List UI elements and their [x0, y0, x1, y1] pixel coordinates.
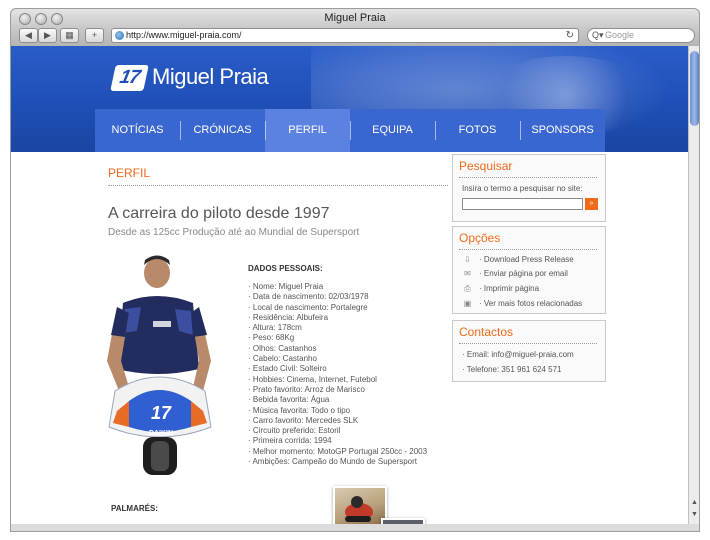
- title-bar: Miguel Praia: [10, 8, 700, 28]
- scrollbar-thumb[interactable]: [690, 51, 699, 126]
- plus-icon: +: [91, 30, 98, 40]
- arrow-right-icon: »: [589, 200, 594, 207]
- race-photo-thumbnail[interactable]: [333, 486, 387, 524]
- page-headline: A carreira do piloto desde 1997: [108, 205, 330, 222]
- page-subheadline: Desde as 125cc Produção até ao Mundial d…: [108, 227, 360, 238]
- option-label: · Enviar página por email: [479, 269, 568, 278]
- list-item: · Residência: Albufeira: [248, 312, 329, 322]
- scroll-up-arrow-icon[interactable]: ▲: [690, 498, 699, 507]
- globe-icon: [115, 31, 124, 40]
- forward-icon: ▶: [44, 30, 51, 40]
- list-item: · Prato favorito: Arroz de Marisco: [248, 384, 365, 394]
- contacts-box-divider: [459, 343, 597, 344]
- list-item: · Ambições: Campeão do Mundo de Superspo…: [248, 457, 417, 467]
- contact-phone: · Telefone: 351 961 624 571: [462, 365, 562, 374]
- nav-item-cronicas[interactable]: CRÓNICAS: [180, 109, 265, 152]
- vertical-scrollbar[interactable]: ▲ ▼: [688, 46, 700, 524]
- print-page-link[interactable]: ⎙ · Imprimir página: [462, 284, 539, 293]
- window-title: Miguel Praia: [324, 12, 386, 24]
- envelope-icon: ✉: [464, 269, 471, 278]
- personal-data-heading: DADOS PESSOAIS:: [248, 264, 323, 273]
- race-photo-image: [345, 496, 373, 522]
- list-item: · Hobbies: Cinema, Internet, Futebol: [248, 374, 377, 384]
- list-item: · Primeira corrida: 1994: [248, 436, 332, 446]
- section-divider: [108, 185, 448, 186]
- list-item: · Música favorita: Todo o tipo: [248, 405, 351, 415]
- search-box-divider: [459, 177, 597, 178]
- browser-search-field[interactable]: Q▾ Google: [587, 28, 695, 43]
- list-item: · Circuito preferido: Estoril: [248, 426, 341, 436]
- list-item: · Data de nascimento: 02/03/1978: [248, 292, 369, 302]
- palmares-heading: PALMARÉS:: [111, 504, 158, 513]
- status-bar: [10, 524, 700, 532]
- address-bar[interactable]: http://www.miguel-praia.com/ ↻: [111, 28, 579, 43]
- forward-button[interactable]: ▶: [38, 28, 57, 43]
- list-item: · Local de nascimento: Portalegre: [248, 302, 368, 312]
- grid-icon: ▦: [65, 30, 74, 40]
- list-item: · Peso: 68Kg: [248, 333, 295, 343]
- personal-data-list: · Nome: Miguel Praia · Data de nasciment…: [248, 282, 427, 467]
- options-box: Opções ⇩ · Download Press Release ✉ · En…: [452, 226, 606, 314]
- list-item: · Nome: Miguel Praia: [248, 282, 324, 291]
- nav-item-noticias[interactable]: NOTÍCIAS: [95, 109, 180, 152]
- options-box-title: Opções: [459, 231, 501, 245]
- contact-email-link[interactable]: · Email: info@miguel-praia.com: [462, 350, 574, 359]
- bookmarks-grid-button[interactable]: ▦: [60, 28, 79, 43]
- search-box-title: Pesquisar: [459, 159, 513, 173]
- camera-icon: ▣: [463, 299, 472, 308]
- main-navigation: NOTÍCIAS CRÓNICAS PERFIL EQUIPA FOTOS SP…: [95, 109, 605, 152]
- nav-item-fotos[interactable]: FOTOS: [435, 109, 520, 152]
- scroll-down-arrow-icon[interactable]: ▼: [690, 510, 699, 519]
- list-item: · Carro favorito: Mercedes SLK: [248, 415, 359, 425]
- back-button[interactable]: ◀: [19, 28, 38, 43]
- contacts-box: Contactos · Email: info@miguel-praia.com…: [452, 320, 606, 382]
- bike-number-label: 17: [151, 403, 172, 423]
- site-logo-text[interactable]: Miguel Praia: [152, 64, 269, 90]
- list-item: · Bebida favorita: Água: [248, 395, 330, 405]
- list-item: · Olhos: Castanhos: [248, 343, 317, 353]
- option-label: · Imprimir página: [479, 284, 540, 293]
- email-page-link[interactable]: ✉ · Enviar página por email: [462, 269, 568, 278]
- list-item: · Altura: 178cm: [248, 323, 302, 333]
- rider-photo: 17 DAIKIN: [107, 255, 212, 475]
- list-item: · Estado Civil: Solteiro: [248, 364, 327, 374]
- download-press-release-link[interactable]: ⇩ · Download Press Release: [462, 255, 574, 264]
- browser-toolbar: ◀ ▶ ▦ + http://www.miguel-praia.com/ ↻ Q…: [10, 28, 700, 46]
- url-text: http://www.miguel-praia.com/: [126, 30, 242, 40]
- options-box-divider: [459, 249, 597, 250]
- add-bookmark-button[interactable]: +: [85, 28, 104, 43]
- nav-item-perfil[interactable]: PERFIL: [265, 109, 350, 152]
- nav-item-equipa[interactable]: EQUIPA: [350, 109, 435, 152]
- download-icon: ⇩: [464, 255, 471, 264]
- back-icon: ◀: [25, 30, 32, 40]
- nav-item-sponsors[interactable]: SPONSORS: [520, 109, 605, 152]
- site-search-input[interactable]: [462, 198, 583, 210]
- reload-icon[interactable]: ↻: [566, 29, 574, 42]
- list-item: · Melhor momento: MotoGP Portugal 250cc …: [248, 446, 428, 456]
- contacts-box-title: Contactos: [459, 325, 514, 339]
- site-search-go-button[interactable]: »: [585, 198, 598, 210]
- printer-icon: ⎙: [464, 284, 471, 293]
- option-label: · Ver mais fotos relacionadas: [479, 299, 583, 308]
- search-placeholder: Google: [605, 30, 635, 40]
- search-icon: Q▾: [592, 30, 604, 40]
- option-label: · Download Press Release: [479, 255, 574, 264]
- bike-sponsor-label: DAIKIN: [149, 430, 173, 437]
- more-photos-link[interactable]: ▣ · Ver mais fotos relacionadas: [462, 299, 582, 308]
- search-box-label: Insira o termo a pesquisar no site:: [462, 184, 583, 193]
- page-viewport: 17 Miguel Praia NOTÍCIAS CRÓNICAS PERFIL…: [10, 46, 688, 524]
- logo-number-badge[interactable]: 17: [110, 65, 149, 91]
- list-item: · Cabelo: Castanho: [248, 354, 317, 364]
- search-box: Pesquisar Insira o termo a pesquisar no …: [452, 154, 606, 222]
- section-title: PERFIL: [108, 166, 151, 180]
- browser-window: Miguel Praia ◀ ▶ ▦ + http://www.miguel-p…: [0, 0, 710, 540]
- site-header: 17 Miguel Praia NOTÍCIAS CRÓNICAS PERFIL…: [11, 46, 688, 152]
